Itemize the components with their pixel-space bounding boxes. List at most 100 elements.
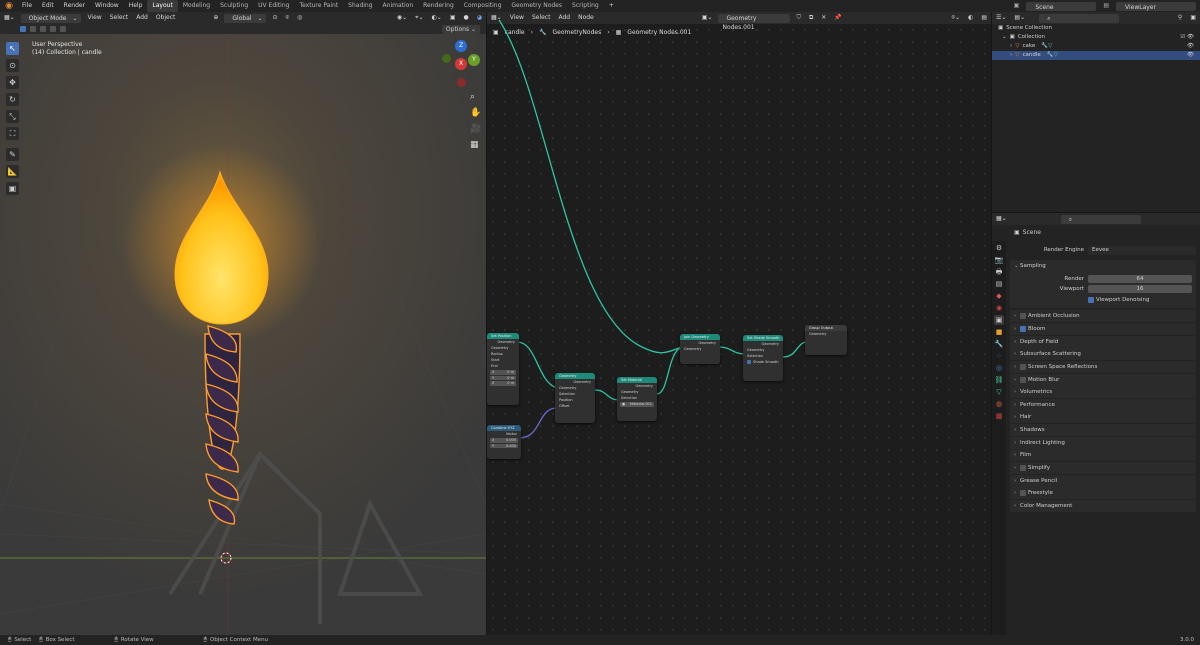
particles-tab-icon[interactable]: ⁘: [994, 351, 1004, 361]
panel-ambient-occlusion[interactable]: Ambient Occlusion: [1010, 310, 1196, 322]
panel-ssr[interactable]: Screen Space Reflections: [1010, 361, 1196, 373]
outliner-type-icon[interactable]: ☰⌄: [992, 12, 1010, 24]
tab-sculpting[interactable]: Sculpting: [215, 0, 253, 12]
select-mode-extend-icon[interactable]: [30, 26, 36, 32]
menu-render[interactable]: Render: [59, 0, 90, 12]
tool-tab-icon[interactable]: ⚙: [994, 243, 1004, 253]
panel-simplify[interactable]: Simplify: [1010, 462, 1196, 474]
properties-search[interactable]: ⌕: [1060, 214, 1141, 224]
material-tab-icon[interactable]: ◍: [994, 399, 1004, 409]
menu-file[interactable]: File: [17, 0, 37, 12]
eye-icon[interactable]: 👁: [1187, 51, 1194, 60]
scene-tab-icon[interactable]: ◆: [994, 291, 1004, 301]
menu-edit[interactable]: Edit: [37, 0, 59, 12]
modifier-icon[interactable]: 🔧▽: [1041, 42, 1052, 51]
overlay-icon[interactable]: ◐⌄: [428, 12, 446, 24]
node-group-output[interactable]: Group Output Geometry: [805, 325, 847, 355]
select-mode-invert-icon[interactable]: [50, 26, 56, 32]
panel-subsurface-scattering[interactable]: Subsurface Scattering: [1010, 348, 1196, 360]
shading-solid-icon[interactable]: ●: [460, 12, 473, 24]
output-tab-icon[interactable]: 🖶: [994, 267, 1004, 277]
node-socket[interactable]: End: [487, 363, 519, 369]
node-socket[interactable]: Offset: [555, 403, 595, 409]
gizmo-neg-y[interactable]: [442, 54, 451, 63]
panel-depth-of-field[interactable]: Depth of Field: [1010, 336, 1196, 348]
node-socket[interactable]: Geometry: [680, 346, 720, 352]
shading-rendered-icon[interactable]: ◕: [473, 12, 486, 24]
object-tab-icon[interactable]: ■: [994, 327, 1004, 337]
tab-compositing[interactable]: Compositing: [459, 0, 507, 12]
panel-shadows[interactable]: Shadows: [1010, 424, 1196, 436]
navigation-gizmo[interactable]: Z Y X: [442, 40, 480, 90]
modifier-icon[interactable]: 🔧▽: [1047, 51, 1058, 60]
orientation-selector[interactable]: Global ⌄: [224, 13, 267, 23]
node-field[interactable]: X 0.000: [490, 438, 518, 443]
editor-type-icon[interactable]: ▦⌄: [0, 12, 19, 24]
tab-scripting[interactable]: Scripting: [567, 0, 604, 12]
tab-layout[interactable]: Layout: [147, 0, 178, 12]
world-tab-icon[interactable]: ◉: [994, 303, 1004, 313]
filter-display-icon[interactable]: ▤⌄: [1010, 12, 1029, 24]
snap-icon[interactable]: ⌾: [282, 12, 294, 24]
panel-film[interactable]: Film: [1010, 449, 1196, 461]
proportional-edit-icon[interactable]: ◎: [293, 12, 306, 24]
camera-view-icon[interactable]: 🎥: [470, 124, 481, 134]
tab-uv-editing[interactable]: UV Editing: [253, 0, 294, 12]
viewport-menu-view[interactable]: View: [83, 12, 105, 24]
panel-color-management[interactable]: Color Management: [1010, 500, 1196, 512]
panel-freestyle[interactable]: Freestyle: [1010, 487, 1196, 499]
mode-selector[interactable]: Object Mode ⌄: [20, 13, 82, 23]
viewport-samples-field[interactable]: 16: [1088, 285, 1192, 293]
node-spiral[interactable]: Set Position Geometry Geometry Radius St…: [487, 333, 519, 405]
panel-hair[interactable]: Hair: [1010, 411, 1196, 423]
pivot-icon[interactable]: ⊙: [268, 12, 281, 24]
panel-bloom[interactable]: Bloom: [1010, 323, 1196, 335]
move-tool-icon[interactable]: ✥: [6, 76, 19, 89]
tab-animation[interactable]: Animation: [378, 0, 419, 12]
node-field-z[interactable]: Z 0 m: [490, 381, 516, 386]
panel-volumetrics[interactable]: Volumetrics: [1010, 386, 1196, 398]
view-layer-selector[interactable]: ViewLayer: [1116, 1, 1196, 11]
node-field[interactable]: Y 0.000: [490, 443, 518, 448]
gizmo-y-axis[interactable]: Y: [468, 54, 480, 66]
render-tab-icon[interactable]: 📷: [994, 255, 1004, 265]
gizmo-icon[interactable]: ⌖⌄: [411, 12, 427, 24]
node-combine-xyz[interactable]: Combine XYZ Vector X 0.000 Y 0.000: [487, 425, 521, 459]
menu-help[interactable]: Help: [124, 0, 148, 12]
node-set-material[interactable]: Set Material Geometry Geometry Selection…: [617, 377, 657, 421]
node-editor[interactable]: ▦⌄ View Select Add Node ▣⌄ Geometry Node…: [487, 12, 991, 635]
add-workspace-button[interactable]: +: [604, 0, 619, 12]
measure-tool-icon[interactable]: 📐: [6, 165, 19, 178]
material-field[interactable]: ● Material.001: [620, 402, 654, 407]
cursor-tool-icon[interactable]: ⊙: [6, 59, 19, 72]
tab-shading[interactable]: Shading: [343, 0, 377, 12]
perspective-toggle-icon[interactable]: ▦: [470, 140, 481, 150]
viewport-menu-add[interactable]: Add: [132, 12, 152, 24]
render-samples-field[interactable]: 64: [1088, 275, 1192, 283]
tab-rendering[interactable]: Rendering: [418, 0, 459, 12]
panel-indirect-lighting[interactable]: Indirect Lighting: [1010, 437, 1196, 449]
constraints-tab-icon[interactable]: ⛓: [994, 375, 1004, 385]
select-mode-intersect-icon[interactable]: [60, 26, 66, 32]
outliner-search[interactable]: ⌕: [1039, 13, 1120, 23]
select-tool-icon[interactable]: ↖: [6, 42, 19, 55]
blender-logo-icon[interactable]: ◉: [4, 1, 14, 11]
annotate-tool-icon[interactable]: ✎: [6, 148, 19, 161]
viewport-menu-object[interactable]: Object: [152, 12, 180, 24]
add-cube-tool-icon[interactable]: ▣: [6, 182, 19, 195]
viewport-menu-select[interactable]: Select: [106, 12, 133, 24]
select-mode-subtract-icon[interactable]: [40, 26, 46, 32]
pan-hand-icon[interactable]: ✋: [470, 108, 481, 118]
xray-icon[interactable]: ▣: [446, 12, 460, 24]
node-socket[interactable]: Selection: [617, 395, 657, 401]
shade-smooth-checkbox[interactable]: Shade Smooth: [743, 359, 783, 365]
panel-motion-blur[interactable]: Motion Blur: [1010, 374, 1196, 386]
gizmo-x-axis[interactable]: X: [455, 58, 467, 70]
filter-icon[interactable]: ⚲: [1174, 12, 1186, 24]
node-socket-output[interactable]: Vector: [487, 431, 521, 437]
menu-window[interactable]: Window: [90, 0, 124, 12]
modifier-tab-icon[interactable]: 🔧: [994, 339, 1004, 349]
panel-sampling[interactable]: Sampling: [1010, 260, 1196, 272]
tab-geometry-nodes[interactable]: Geometry Nodes: [506, 0, 567, 12]
tree-scene-collection[interactable]: ▣ Scene Collection: [992, 24, 1200, 33]
